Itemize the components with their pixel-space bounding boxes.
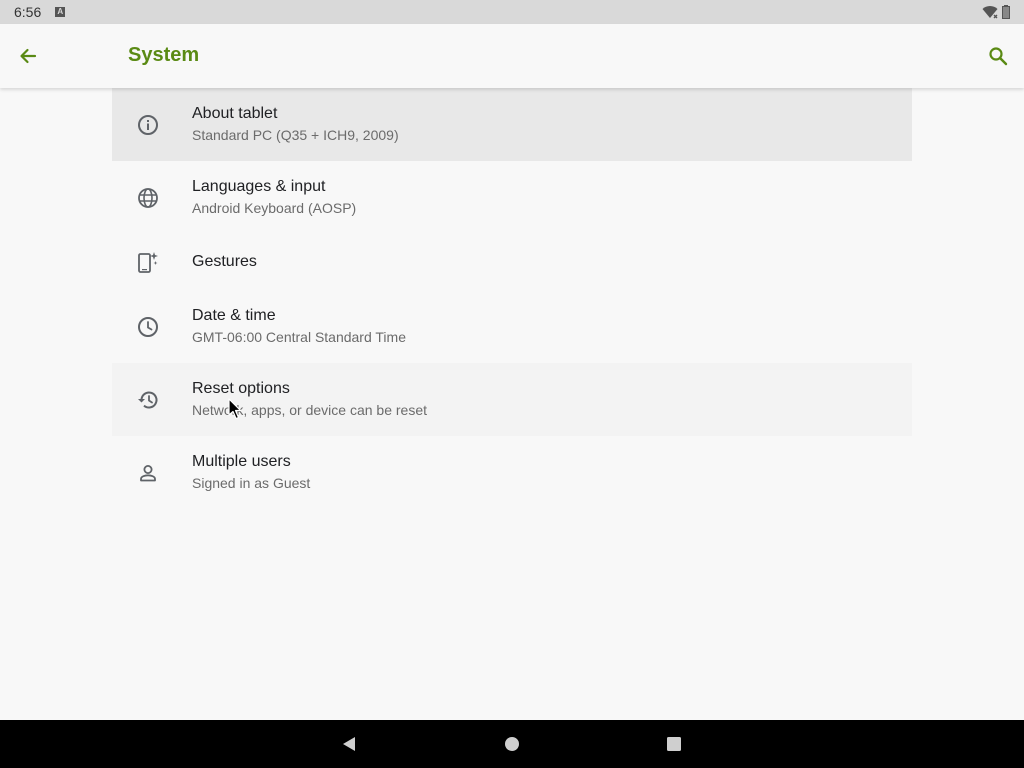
clock-icon: [136, 315, 160, 339]
history-icon: [136, 388, 160, 412]
settings-item-summary: Signed in as Guest: [192, 475, 311, 491]
settings-item-text: Multiple users Signed in as Guest: [192, 452, 310, 493]
settings-item-text: About tablet Standard PC (Q35 + ICH9, 20…: [192, 104, 399, 145]
settings-item-about-tablet[interactable]: About tablet Standard PC (Q35 + ICH9, 20…: [112, 88, 912, 161]
settings-item-text: Date & time GMT-06:00 Central Standard T…: [192, 306, 406, 347]
nav-recents-button[interactable]: [662, 732, 686, 756]
settings-item-title: Date & time: [192, 307, 276, 324]
back-arrow-icon: [20, 48, 37, 64]
nav-home-icon: [505, 737, 519, 751]
back-button[interactable]: [12, 40, 44, 72]
search-button[interactable]: [982, 40, 1014, 72]
settings-item-summary: Android Keyboard (AOSP): [192, 200, 357, 216]
settings-item-text: Languages & input Android Keyboard (AOSP…: [192, 177, 356, 218]
page-title: System: [128, 44, 200, 66]
android-screen: 6:56 A System About tablet Standard PC (…: [0, 0, 1024, 768]
person-icon: [136, 461, 160, 485]
settings-item-multiple-users[interactable]: Multiple users Signed in as Guest: [112, 436, 912, 509]
mouse-cursor-icon: [228, 398, 242, 420]
globe-icon: [136, 186, 160, 210]
settings-item-summary: GMT-06:00 Central Standard Time: [192, 329, 406, 345]
nav-home-button[interactable]: [500, 732, 524, 756]
status-time: 6:56: [14, 4, 42, 20]
status-icons: [982, 5, 1010, 19]
gestures-icon: [136, 250, 160, 274]
app-bar: System: [0, 24, 1024, 88]
wifi-icon: [982, 6, 998, 19]
settings-item-text: Gestures: [192, 252, 257, 272]
nav-recents-icon: [667, 737, 681, 751]
nav-back-icon: [343, 737, 355, 751]
battery-icon: [1002, 5, 1010, 19]
keyboard-a-icon: A: [55, 7, 66, 17]
info-icon: [136, 113, 160, 137]
settings-item-title: Languages & input: [192, 178, 326, 195]
nav-back-button[interactable]: [337, 732, 361, 756]
settings-item-title: Reset options: [192, 380, 290, 397]
settings-item-gestures[interactable]: Gestures: [112, 234, 912, 290]
navigation-bar: [0, 720, 1024, 768]
settings-item-languages-input[interactable]: Languages & input Android Keyboard (AOSP…: [112, 161, 912, 234]
settings-item-title: Multiple users: [192, 453, 291, 470]
search-icon: [989, 47, 1008, 66]
settings-item-title: About tablet: [192, 105, 278, 122]
status-bar: 6:56 A: [0, 0, 1024, 24]
settings-item-title: Gestures: [192, 253, 257, 270]
settings-list: About tablet Standard PC (Q35 + ICH9, 20…: [112, 88, 912, 509]
settings-item-summary: Standard PC (Q35 + ICH9, 2009): [192, 127, 399, 143]
settings-item-date-time[interactable]: Date & time GMT-06:00 Central Standard T…: [112, 290, 912, 363]
